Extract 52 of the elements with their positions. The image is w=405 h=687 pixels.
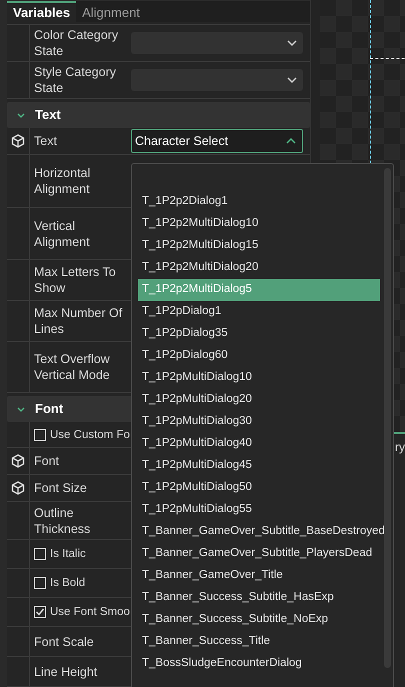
property-label: Horizontal Alignment	[34, 165, 92, 197]
list-item[interactable]: T_1P2pMultiDialog20	[138, 389, 380, 411]
property-label: Text Overflow Vertical Mode	[34, 351, 111, 383]
checkbox[interactable]	[34, 577, 46, 589]
checkbox[interactable]	[34, 548, 46, 560]
list-item[interactable]: T_Banner_Success_Title	[138, 631, 380, 653]
chevron-down-icon	[17, 112, 25, 118]
checkbox[interactable]	[34, 428, 46, 440]
chevron-up-icon	[286, 138, 296, 144]
list-item[interactable]: T_1P2pMultiDialog55	[138, 499, 380, 521]
checkbox[interactable]	[34, 606, 46, 618]
property-label: Line Height	[34, 664, 98, 680]
property-label: Color Category State	[34, 27, 120, 59]
combo-box[interactable]: Character Select	[131, 129, 303, 153]
guide-line	[370, 58, 405, 59]
list-item[interactable]: T_Banner_Success_Subtitle_HasExp	[138, 587, 380, 609]
tab[interactable]: Alignment	[76, 0, 146, 22]
list-item[interactable]: T_1P2p2MultiDialog10	[138, 213, 380, 235]
property-label: Text	[34, 133, 57, 149]
property-label: Max Letters To Show	[34, 264, 117, 296]
list-item[interactable]: T_1P2pMultiDialog45	[138, 455, 380, 477]
property-label: Vertical Alignment	[34, 218, 91, 250]
property-label: Font	[34, 453, 60, 469]
list-item[interactable]: T_1P2pMultiDialog40	[138, 433, 380, 455]
property-label: Font Scale	[34, 634, 94, 650]
chevron-down-icon	[287, 40, 297, 46]
tab[interactable]: Variables	[7, 0, 76, 22]
property-label: Use Font Smoo	[50, 605, 130, 620]
property-label: Is Italic	[50, 547, 86, 562]
property-label: Outline Thickness	[34, 504, 92, 536]
list-item[interactable]: T_1P2pMultiDialog50	[138, 477, 380, 499]
list-item[interactable]: T_Banner_GameOver_Title	[138, 565, 380, 587]
property-label: Max Number Of Lines	[34, 305, 124, 337]
chevron-down-icon	[287, 77, 297, 83]
list-item[interactable]: T_1P2p2MultiDialog20	[138, 257, 380, 279]
section-header[interactable]: Text	[7, 102, 310, 128]
property-label: Is Bold	[50, 576, 86, 591]
list-item[interactable]: T_1P2pMultiDialog30	[138, 411, 380, 433]
list-item[interactable]: T_1P2p2Dialog1	[138, 191, 380, 213]
list-item[interactable]: T_1P2pDialog35	[138, 323, 380, 345]
list-item[interactable]: T_1P2p2MultiDialog15	[138, 235, 380, 257]
property-label: Style Category State	[34, 64, 117, 96]
tab-label[interactable]: ry	[395, 438, 405, 456]
list-item[interactable]: T_1P2pMultiDialog10	[138, 367, 380, 389]
list-item[interactable]: T_BossSludgeEncounterDialog	[138, 653, 380, 675]
property-label: Font Size	[34, 480, 87, 496]
list-item[interactable]: T_Banner_Success_Subtitle_NoExp	[138, 609, 380, 631]
list-item[interactable]: T_1P2pDialog60	[138, 345, 380, 367]
list-item[interactable]: T_Banner_GameOver_Subtitle_PlayersDead	[138, 543, 380, 565]
property-label: Use Custom Fo	[50, 428, 130, 442]
list-item[interactable]: T_1P2pDialog1	[138, 301, 380, 323]
chevron-down-icon	[17, 406, 25, 412]
